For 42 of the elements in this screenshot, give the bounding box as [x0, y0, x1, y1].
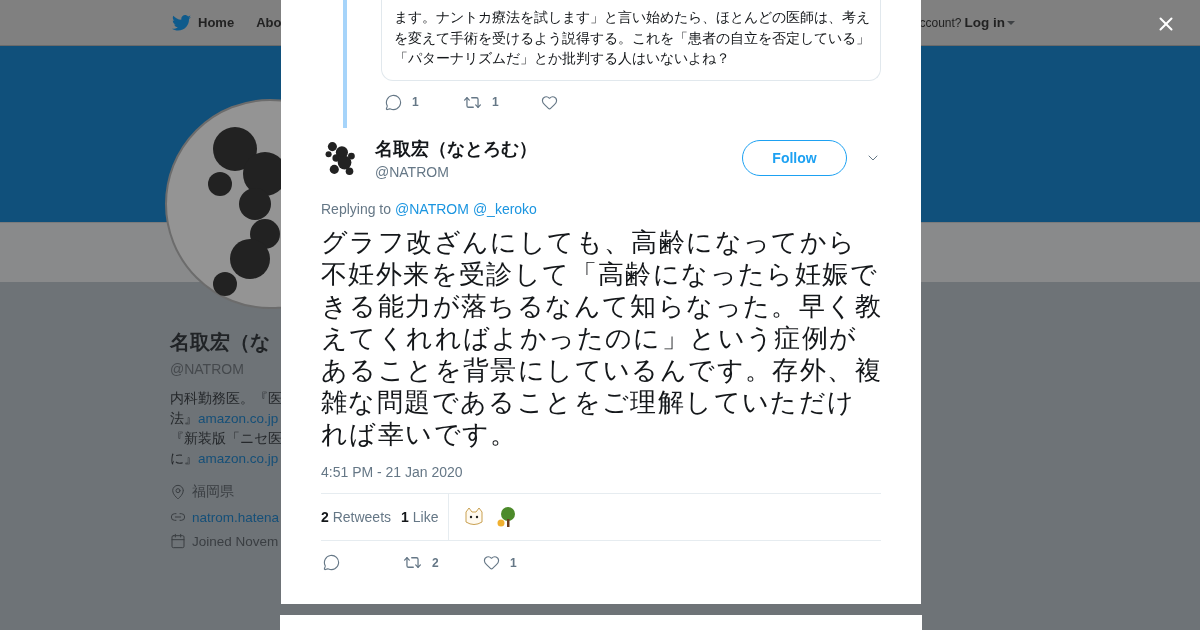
location-icon	[170, 484, 186, 500]
tweet-text-line: えてくれればよかったのに」という症例が	[321, 322, 858, 354]
tweet-timestamp: 4:51 PM - 21 Jan 2020	[321, 464, 464, 480]
bio-text: 法』	[170, 411, 198, 426]
bio-text: に』	[170, 451, 198, 466]
login-link[interactable]: Log in	[964, 15, 1015, 30]
quoted-tweet-line: を変えて手術を受けるよう説得する。これを「患者の自立を否定している」	[394, 29, 870, 48]
action-count: 1	[412, 95, 419, 109]
tweet-text-line: 雑な問題であることをご理解していただけ	[321, 386, 856, 418]
bio-link[interactable]: amazon.co.jp	[198, 411, 279, 426]
replying-label: Replying to	[321, 201, 392, 217]
like-icon[interactable]	[541, 93, 558, 111]
action-count: 2	[432, 555, 439, 570]
action-count: 1	[492, 95, 499, 109]
reply-icon[interactable]	[385, 93, 402, 111]
nav-link[interactable]: Home	[172, 14, 235, 31]
tweet-text-line: グラフ改ざんにしても、高齢になってから	[321, 226, 857, 258]
quoted-tweet-line: 「パターナリズムだ」とか批判する人はいないよね？	[394, 50, 730, 68]
like-icon[interactable]	[483, 554, 500, 571]
follow-button[interactable]: Follow	[742, 140, 847, 176]
mention-link[interactable]: @NATROM	[395, 201, 469, 217]
profile-name: 名取宏（な	[170, 330, 270, 355]
author-name: 名取宏（なとろむ）	[375, 137, 538, 161]
reply-icon[interactable]	[323, 554, 340, 571]
mention-link[interactable]: @_keroko	[472, 201, 537, 217]
stat-text[interactable]: 2 Retweets	[321, 509, 392, 525]
nav-link[interactable]: Abo	[256, 15, 282, 30]
tweet-text-line: 不妊外来を受診して「高齢になったら妊娠で	[321, 258, 878, 290]
bird-icon	[172, 14, 191, 31]
quoted-tweet-line: ます。ナントカ療法を試します」と言い始めたら、ほとんどの医師は、考え	[394, 9, 870, 27]
bio-text: 内科勤務医。『医	[170, 391, 282, 406]
author-handle: @NATROM	[375, 163, 450, 180]
bio-text: 『新装版「ニセ医	[170, 431, 282, 446]
tweet-text-line: あることを背景にしているんです。存外、複	[321, 354, 882, 386]
stat-text[interactable]: 1 Like	[401, 509, 439, 525]
bio-link[interactable]: amazon.co.jp	[198, 451, 279, 466]
account-prompt: ccount?	[919, 15, 962, 30]
action-count: 1	[510, 555, 517, 570]
website-link[interactable]: natrom.hatena	[192, 509, 280, 525]
calendar-icon	[170, 533, 186, 549]
tweet-text-line: れば幸いです。	[321, 418, 518, 450]
tweet-text-line: きる能力が落ちるなんて知らなった。早く教	[321, 290, 882, 322]
